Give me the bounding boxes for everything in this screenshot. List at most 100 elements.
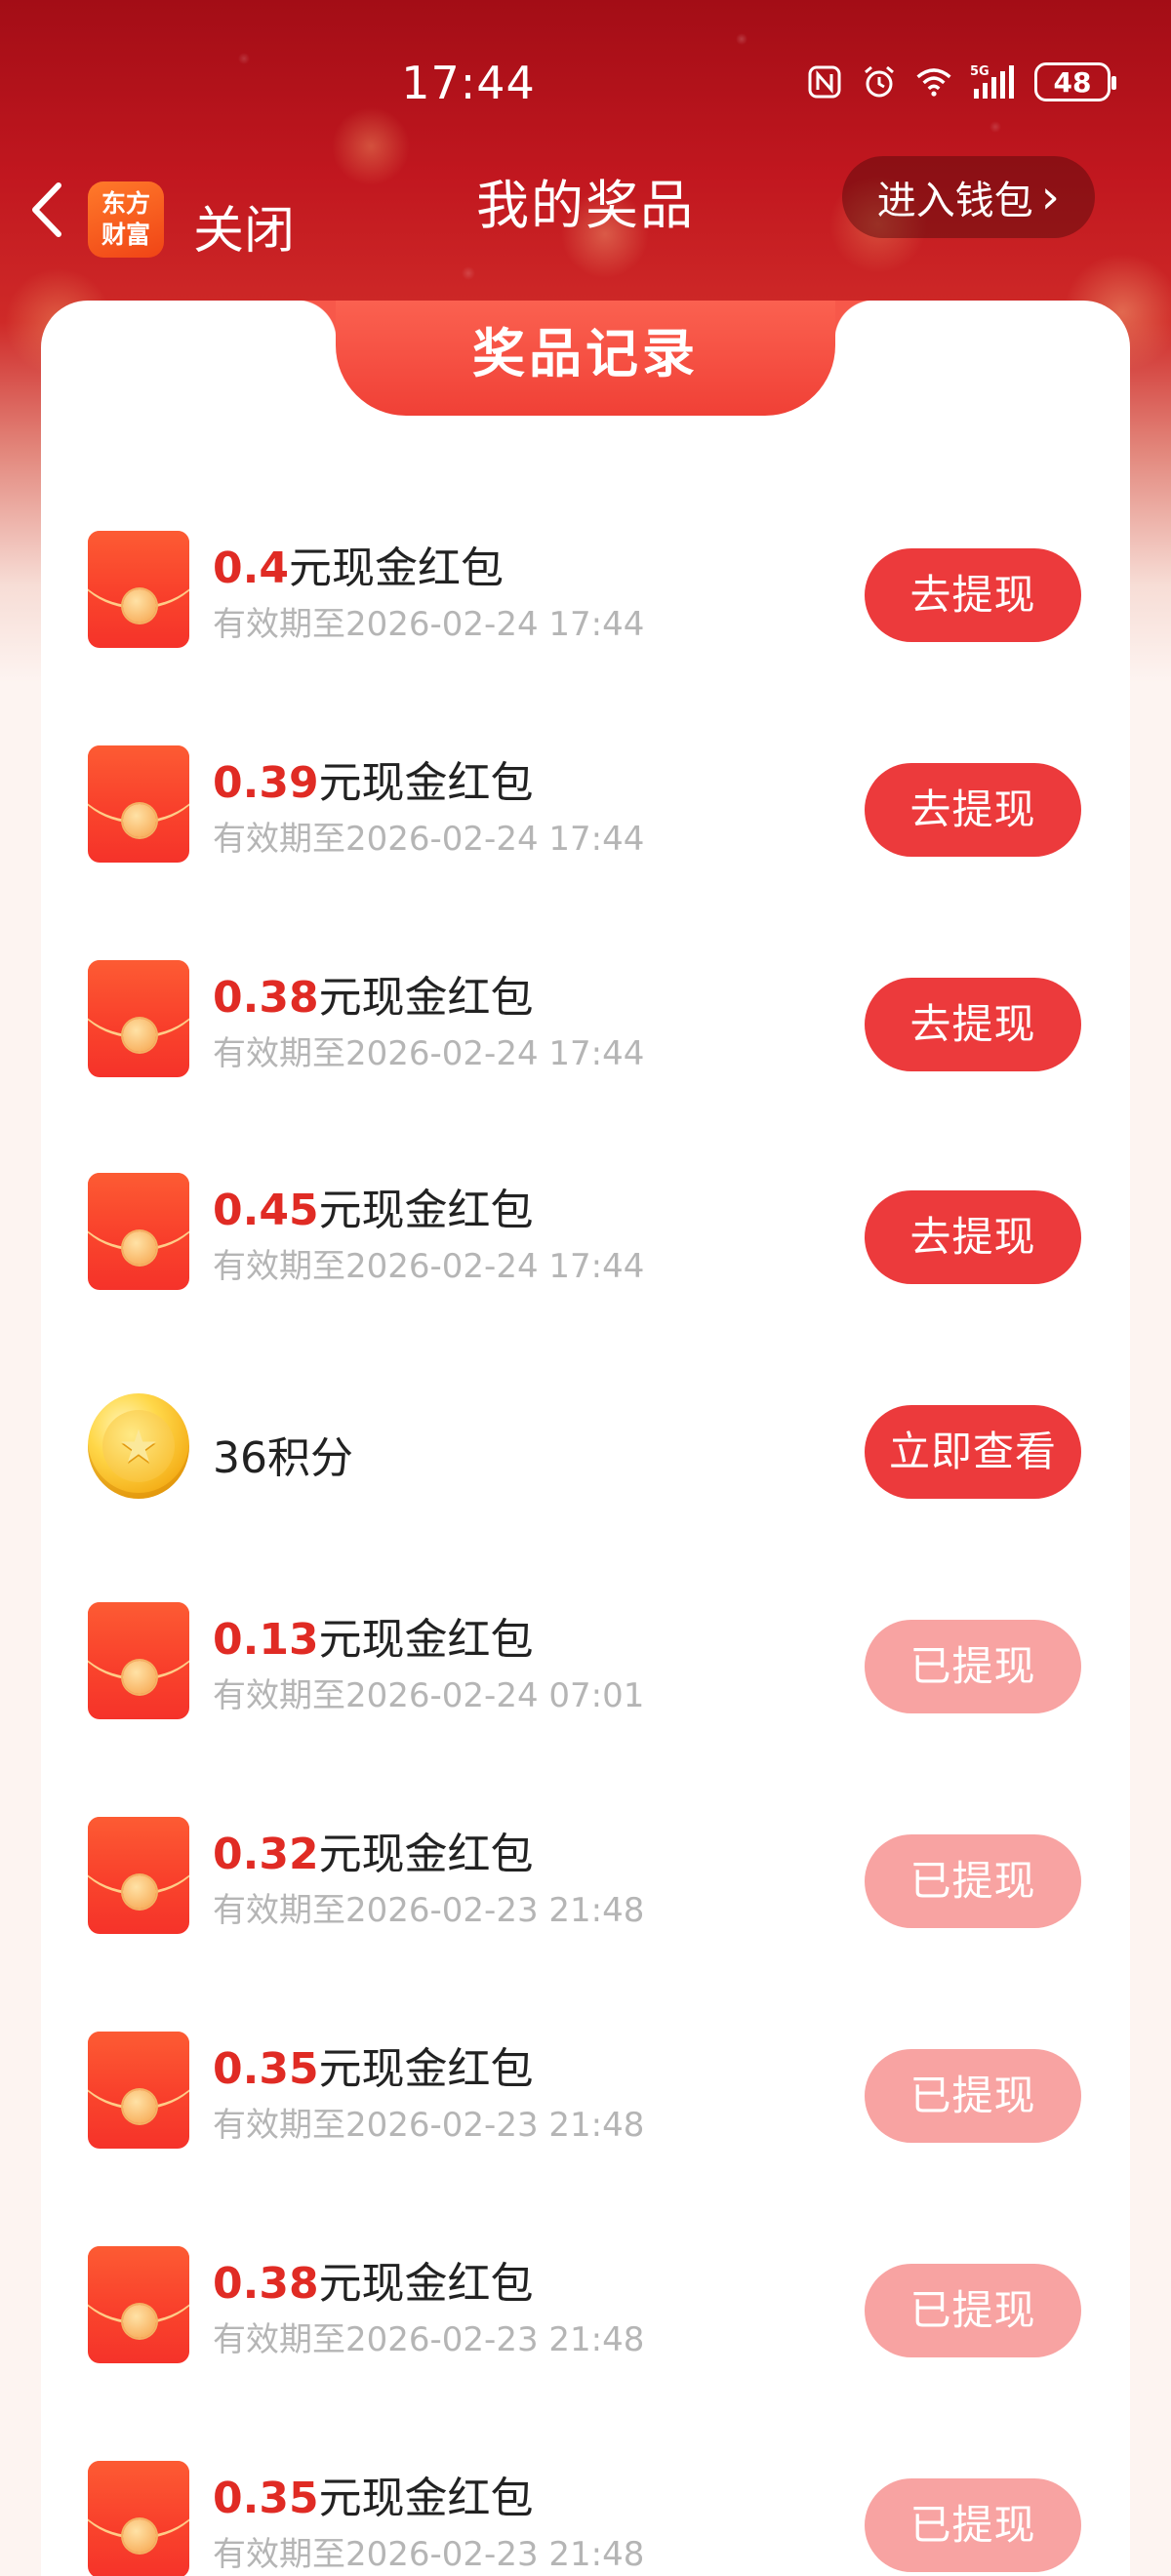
red-packet-icon: [88, 531, 189, 648]
item-title: 0.32元现金红包: [213, 1819, 534, 1881]
packet-seal: [123, 589, 156, 623]
item-expiry: 有效期至2026-02-23 21:48: [213, 2535, 645, 2574]
red-packet-icon: [88, 2246, 189, 2363]
item-title: 0.38元现金红包: [213, 2248, 534, 2311]
list-item: 0.35元现金红包有效期至2026-02-23 21:48 已提现: [41, 2422, 1130, 2576]
packet-body: [88, 960, 189, 1077]
item-suffix: 元现金红包: [318, 1615, 534, 1665]
packet-seal: [123, 1661, 156, 1694]
withdrawn-button[interactable]: 已提现: [865, 1834, 1081, 1928]
item-expiry: 有效期至2026-02-24 17:44: [213, 820, 645, 859]
item-expiry: 有效期至2026-02-24 17:44: [213, 1034, 645, 1073]
item-suffix: 元现金红包: [318, 2044, 534, 2094]
packet-body: [88, 2032, 189, 2149]
page: 17:44 5G 48 东方 财富 关闭 我的奖品 进入钱包 › 奖品记录 0.…: [0, 0, 1171, 2576]
wifi-icon: [915, 63, 952, 101]
item-amount: 0.32: [213, 1830, 319, 1879]
withdraw-button[interactable]: 去提现: [865, 978, 1081, 1071]
item-amount: 0.45: [213, 1186, 319, 1235]
item-suffix: 元现金红包: [318, 2259, 534, 2309]
red-packet-icon: [88, 1173, 189, 1290]
item-suffix: 元现金红包: [288, 543, 504, 593]
red-packet-icon: [88, 2461, 189, 2576]
nfc-icon: [806, 63, 843, 101]
battery-level: 48: [1053, 65, 1092, 99]
item-title: 36积分: [213, 1433, 353, 1483]
item-expiry: 有效期至2026-02-23 21:48: [213, 2106, 645, 2145]
packet-body: [88, 1173, 189, 1290]
item-suffix: 元现金红包: [318, 2474, 534, 2523]
item-amount: 0.13: [213, 1615, 319, 1665]
item-amount: 0.35: [213, 2474, 319, 2523]
coin-body: ★: [88, 1393, 189, 1499]
item-suffix: 元现金红包: [318, 1830, 534, 1879]
packet-body: [88, 745, 189, 863]
packet-seal: [123, 1231, 156, 1265]
item-amount: 0.4: [213, 543, 289, 593]
item-title: 0.4元现金红包: [213, 533, 504, 595]
item-amount: 0.38: [213, 973, 319, 1023]
packet-body: [88, 1817, 189, 1934]
item-amount: 0.38: [213, 2259, 319, 2309]
red-packet-icon: [88, 2032, 189, 2149]
item-title: 0.38元现金红包: [213, 962, 534, 1025]
item-expiry: 有效期至2026-02-23 21:48: [213, 2320, 645, 2359]
packet-seal: [123, 1019, 156, 1052]
prize-records-card: 奖品记录 0.4元现金红包 有效期至2026-02-24 17:44 去提现 0.39…: [41, 301, 1130, 2576]
item-title: 0.35元现金红包: [213, 2033, 534, 2096]
red-packet-icon: [88, 960, 189, 1077]
withdrawn-button[interactable]: 已提现: [865, 2049, 1081, 2143]
list-item: 0.32元现金红包有效期至2026-02-23 21:48 已提现: [41, 1778, 1130, 1973]
red-packet-icon: [88, 745, 189, 863]
nav-header: 东方 财富 关闭 我的奖品 进入钱包 ›: [0, 146, 1171, 261]
packet-seal: [123, 2305, 156, 2338]
chevron-right-icon: ›: [1040, 170, 1060, 224]
packet-seal: [123, 2090, 156, 2123]
packet-body: [88, 1602, 189, 1719]
withdrawn-button[interactable]: 已提现: [865, 1620, 1081, 1713]
item-title: 0.39元现金红包: [213, 747, 534, 810]
list-item: ★ 36积分 立即查看: [41, 1348, 1130, 1544]
list-item: 0.4元现金红包有效期至2026-02-24 17:44 去提现: [41, 492, 1130, 687]
packet-seal: [123, 1875, 156, 1909]
item-expiry: 有效期至2026-02-24 17:44: [213, 605, 645, 644]
svg-text:5G: 5G: [970, 64, 989, 79]
withdraw-button[interactable]: 去提现: [865, 548, 1081, 642]
packet-seal: [123, 804, 156, 837]
wallet-label: 进入钱包: [876, 179, 1033, 223]
list-item: 0.38元现金红包有效期至2026-02-24 17:44 去提现: [41, 921, 1130, 1116]
star-icon: ★: [102, 1410, 175, 1482]
item-amount: 0.39: [213, 758, 319, 808]
packet-body: [88, 531, 189, 648]
list-item: 0.38元现金红包有效期至2026-02-23 21:48 已提现: [41, 2207, 1130, 2402]
item-suffix: 元现金红包: [318, 758, 534, 808]
status-icons: 5G 48: [806, 62, 1116, 101]
enter-wallet-button[interactable]: 进入钱包 ›: [841, 156, 1095, 238]
item-title: 0.13元现金红包: [213, 1604, 534, 1667]
battery-icon: 48: [1034, 62, 1116, 101]
view-now-button[interactable]: 立即查看: [865, 1405, 1081, 1499]
list-item: 0.35元现金红包有效期至2026-02-23 21:48 已提现: [41, 1992, 1130, 2188]
item-suffix: 元现金红包: [318, 1186, 534, 1235]
status-time: 17:44: [401, 57, 536, 109]
status-bar: 17:44 5G 48: [0, 49, 1171, 127]
red-packet-icon: [88, 1817, 189, 1934]
withdrawn-button[interactable]: 已提现: [865, 2264, 1081, 2357]
withdraw-button[interactable]: 去提现: [865, 1190, 1081, 1284]
list-item: 0.13元现金红包有效期至2026-02-24 07:01 已提现: [41, 1563, 1130, 1758]
card-tab-title: 奖品记录: [297, 301, 874, 416]
item-title: 0.45元现金红包: [213, 1175, 534, 1237]
alarm-icon: [861, 63, 898, 101]
packet-body: [88, 2246, 189, 2363]
withdraw-button[interactable]: 去提现: [865, 763, 1081, 857]
signal-5g-icon: 5G: [970, 63, 1017, 101]
item-title: 0.35元现金红包: [213, 2463, 534, 2525]
item-expiry: 有效期至2026-02-24 17:44: [213, 1247, 645, 1286]
list-item: 0.39元现金红包有效期至2026-02-24 17:44 去提现: [41, 706, 1130, 902]
item-expiry: 有效期至2026-02-24 07:01: [213, 1676, 645, 1715]
item-suffix: 元现金红包: [318, 973, 534, 1023]
item-expiry: 有效期至2026-02-23 21:48: [213, 1891, 645, 1930]
packet-body: [88, 2461, 189, 2576]
item-amount: 0.35: [213, 2044, 319, 2094]
withdrawn-button[interactable]: 已提现: [865, 2478, 1081, 2572]
